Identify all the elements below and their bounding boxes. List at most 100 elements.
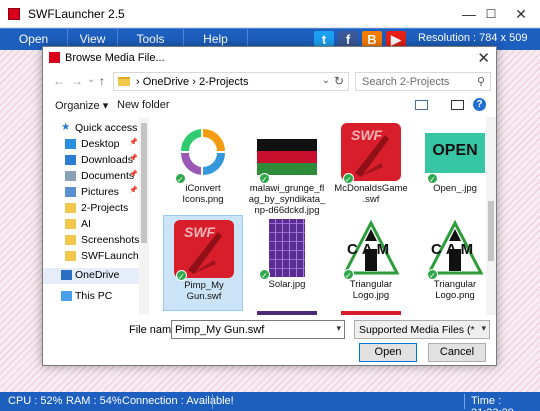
nav-item-ai[interactable]: AI — [43, 217, 139, 233]
nav-item-label: Quick access — [75, 122, 138, 134]
filename-row: File name: Pimp_My Gun.swf ▾ Supported M… — [43, 319, 496, 341]
file-tile[interactable]: SWF ✓ McDonaldsGame .swf — [331, 119, 411, 215]
nav-item-label: Desktop — [81, 138, 120, 150]
file-name-label: Solar.jpg — [268, 279, 306, 290]
open-image-thumbnail: OPEN — [425, 133, 485, 173]
nav-item-label: Pictures — [81, 186, 119, 198]
organize-button[interactable]: Organize ▾ — [55, 99, 108, 112]
app-title: SWFLauncher 2.5 — [28, 7, 125, 21]
help-icon[interactable]: ? — [473, 98, 486, 111]
nav-item-quick-access[interactable]: ★ Quick access — [43, 121, 139, 137]
close-button[interactable]: ✕ — [502, 0, 540, 28]
pin-icon: 📌 — [129, 139, 138, 146]
chevron-down-icon[interactable]: ▾ — [481, 323, 486, 334]
file-tile[interactable]: ✓ iConvert Icons.png — [163, 119, 243, 215]
cam-logo-text: CAM — [347, 241, 394, 258]
open-image-text: OPEN — [432, 142, 478, 159]
downloads-icon — [65, 155, 76, 165]
dialog-titlebar: Browse Media File... ✕ — [43, 47, 496, 69]
nav-item-pictures[interactable]: Pictures 📌 — [43, 185, 139, 201]
pictures-icon — [65, 187, 76, 197]
file-name-label: malawi_grunge_fl ag_by_syndikata_ np-d66… — [248, 183, 326, 216]
up-arrow-icon[interactable]: ↑ — [99, 74, 105, 88]
folder-icon — [65, 203, 76, 213]
documents-icon — [65, 171, 76, 181]
file-tile[interactable]: CAM ✓ Triangular Logo.jpg — [331, 215, 411, 311]
nav-item-label: AI — [81, 218, 91, 230]
scrollbar-thumb[interactable] — [141, 123, 147, 243]
refresh-icon[interactable]: ↻ — [334, 74, 344, 88]
file-grid-scrollbar[interactable] — [486, 117, 496, 315]
command-bar: Organize ▾ New folder ? — [43, 95, 496, 117]
scrollbar-thumb[interactable] — [488, 201, 494, 261]
address-bar[interactable]: › OneDrive › 2-Projects ⌄ ↻ — [113, 72, 349, 91]
file-grid: ✓ iConvert Icons.png ✓ malawi_grunge_fl ag_… — [151, 117, 486, 315]
chevron-down-icon[interactable]: ⌄ — [322, 75, 330, 86]
view-options-icon[interactable] — [415, 100, 428, 110]
nav-pane-scrollbar[interactable] — [139, 117, 149, 315]
filename-value: Pimp_My Gun.swf — [175, 324, 265, 336]
onedrive-icon — [61, 270, 72, 280]
search-input[interactable]: Search 2-Projects ⚲ — [355, 72, 491, 91]
star-icon: ★ — [61, 121, 71, 133]
folder-icon — [65, 219, 76, 229]
file-tile[interactable]: OPEN ✓ Open_.jpg — [415, 119, 486, 215]
folder-icon — [65, 251, 76, 261]
ram-status: RAM : 54% — [66, 395, 122, 407]
preview-pane-icon[interactable] — [451, 100, 464, 110]
nav-item-label: This PC — [75, 290, 113, 302]
pin-icon: 📌 — [129, 155, 138, 162]
navigation-row: ← → ⌄ ↑ › OneDrive › 2-Projects ⌄ ↻ Sear… — [43, 69, 496, 95]
nav-item-2-projects[interactable]: 2-Projects — [43, 201, 139, 217]
app-titlebar: SWFLauncher 2.5 — ☐ ✕ — [0, 0, 540, 28]
browse-dialog: Browse Media File... ✕ ← → ⌄ ↑ › OneDriv… — [42, 46, 497, 366]
nav-item-onedrive[interactable]: OneDrive — [43, 268, 139, 284]
file-tile[interactable]: SWF ✓ Pimp_My Gun.swf — [163, 215, 243, 311]
chevron-down-icon[interactable]: ▾ — [336, 323, 341, 334]
recent-locations-chevron-icon[interactable]: ⌄ — [87, 74, 95, 85]
nav-item-this-pc[interactable]: This PC — [43, 289, 139, 305]
file-tile[interactable]: CAM ✓ Triangular Logo.png — [415, 215, 486, 311]
cpu-status: CPU : 52% — [8, 395, 63, 407]
file-name-label: Open_.jpg — [433, 183, 477, 194]
file-name-label: iConvert Icons.png — [182, 183, 224, 205]
search-placeholder: Search 2-Projects — [362, 76, 450, 88]
new-folder-button[interactable]: New folder — [117, 99, 170, 111]
connection-status: Connection : Available! — [122, 395, 234, 407]
pc-icon — [61, 291, 72, 301]
nav-item-documents[interactable]: Documents 📌 — [43, 169, 139, 185]
nav-item-swflauncher-re[interactable]: SWFLauncher_Re — [43, 249, 149, 265]
filename-input[interactable]: Pimp_My Gun.swf ▾ — [171, 320, 345, 339]
statusbar: CPU : 52% RAM : 54% Connection : Availab… — [0, 392, 540, 411]
file-name-label: McDonaldsGame .swf — [334, 183, 408, 205]
file-thumbnail-partial — [257, 311, 317, 315]
nav-item-label: Documents — [81, 170, 135, 182]
dialog-close-icon[interactable]: ✕ — [477, 49, 490, 67]
nav-item-label: Downloads — [81, 154, 133, 166]
status-separator — [464, 394, 465, 409]
status-separator — [212, 394, 213, 409]
desktop-icon — [65, 139, 76, 149]
forward-arrow-icon[interactable]: → — [71, 74, 83, 88]
search-icon: ⚲ — [476, 76, 485, 88]
folder-icon — [118, 77, 130, 86]
back-arrow-icon[interactable]: ← — [53, 74, 65, 88]
cancel-button[interactable]: Cancel — [428, 343, 486, 362]
solar-panel-thumbnail — [269, 219, 305, 277]
nav-item-label: Screenshots — [81, 234, 140, 246]
file-type-select[interactable]: Supported Media Files (*.swf;*.j ▾ — [354, 320, 490, 339]
address-path: › OneDrive › 2-Projects — [136, 76, 249, 88]
dialog-title: Browse Media File... — [65, 52, 165, 64]
open-button[interactable]: Open — [359, 343, 417, 362]
file-name-label: Triangular Logo.png — [433, 279, 477, 301]
file-tile[interactable]: ✓ Solar.jpg — [247, 215, 327, 311]
nav-item-label: 2-Projects — [81, 202, 129, 214]
file-name-label: Triangular Logo.jpg — [349, 279, 393, 301]
pin-icon: 📌 — [129, 187, 138, 194]
nav-item-downloads[interactable]: Downloads 📌 — [43, 153, 139, 169]
nav-item-desktop[interactable]: Desktop 📌 — [43, 137, 139, 153]
nav-item-screenshots[interactable]: Screenshots — [43, 233, 139, 249]
file-tile[interactable]: ✓ malawi_grunge_fl ag_by_syndikata_ np-d6… — [247, 119, 327, 216]
pin-icon: 📌 — [129, 171, 138, 178]
file-type-value: Supported Media Files (*.swf;*.j — [359, 324, 475, 336]
